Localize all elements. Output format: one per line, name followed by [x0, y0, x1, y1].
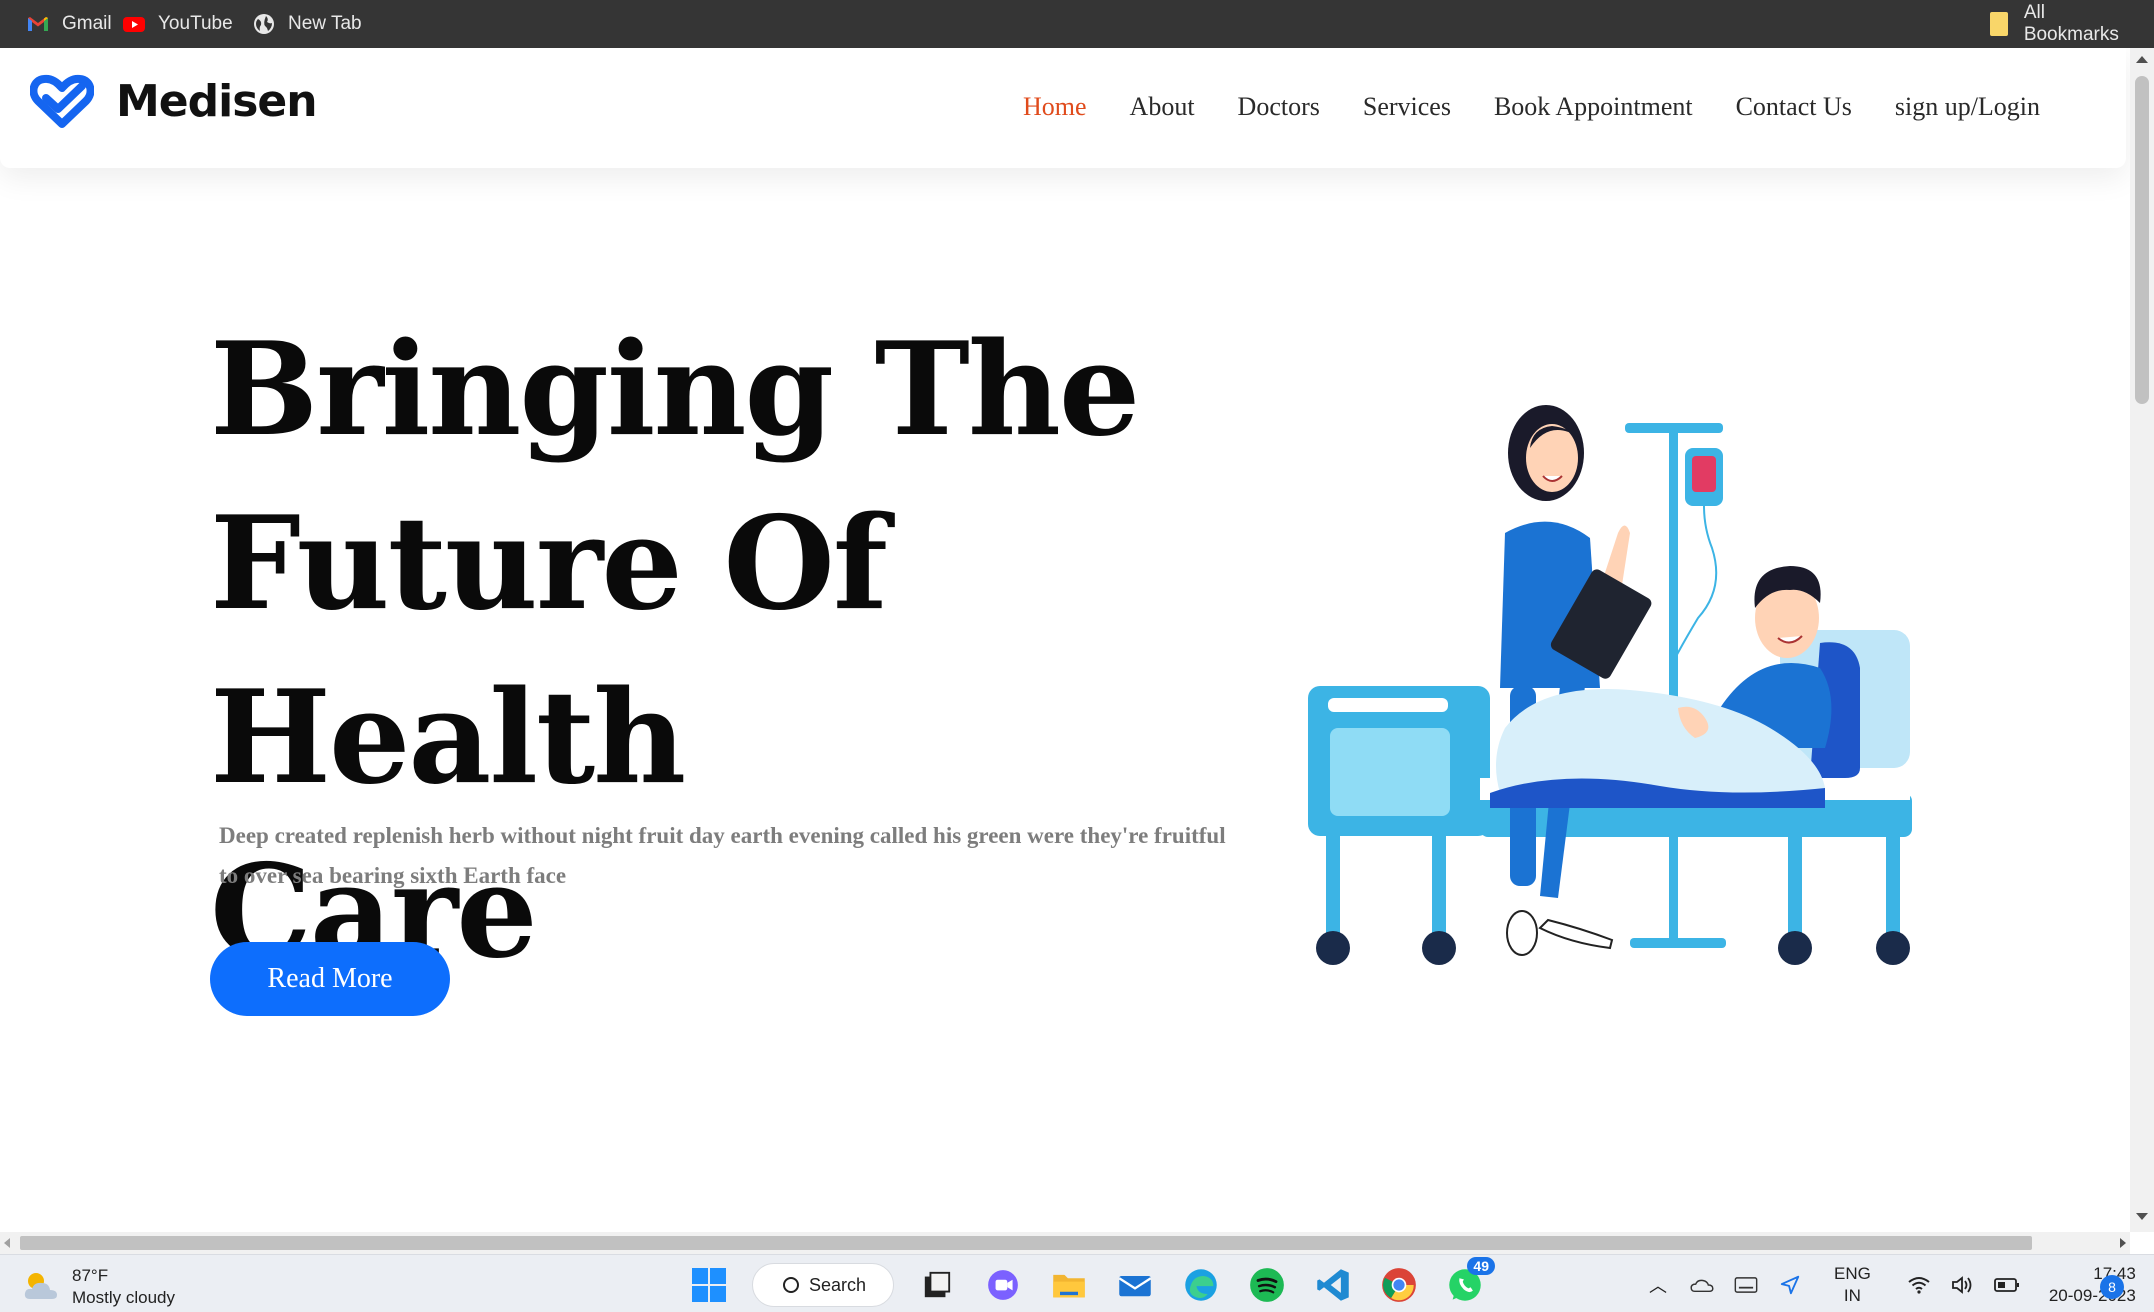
page-viewport: Medisen Home About Doctors Services Book… — [0, 48, 2130, 1232]
task-view-icon[interactable] — [917, 1265, 957, 1305]
youtube-icon — [122, 12, 146, 36]
hero-description: Deep created replenish herb without nigh… — [219, 816, 1299, 896]
chrome-icon[interactable] — [1379, 1265, 1419, 1305]
site-navbar: Medisen Home About Doctors Services Book… — [0, 48, 2126, 168]
weather-widget[interactable]: 87°F Mostly cloudy — [22, 1265, 175, 1309]
nurse-patient-illustration — [1308, 405, 1912, 965]
nav-home[interactable]: Home — [1023, 92, 1087, 122]
all-bookmarks[interactable]: All Bookmarks — [1980, 0, 2154, 48]
nav-contact-us[interactable]: Contact Us — [1736, 92, 1852, 122]
notification-count-badge[interactable]: 8 — [2100, 1275, 2124, 1299]
keyboard-icon[interactable] — [1733, 1272, 1759, 1298]
globe-icon — [252, 12, 276, 36]
nav-services[interactable]: Services — [1363, 92, 1451, 122]
file-explorer-icon[interactable] — [1049, 1265, 1089, 1305]
horizontal-scroll-thumb[interactable] — [20, 1236, 2032, 1250]
battery-icon[interactable] — [1993, 1272, 2020, 1298]
region-code: IN — [1843, 1286, 1861, 1305]
nav-about[interactable]: About — [1130, 92, 1195, 122]
nav-book-appointment[interactable]: Book Appointment — [1494, 92, 1693, 122]
hero-title-line: Future Of Health — [210, 489, 888, 813]
edge-browser-icon[interactable] — [1181, 1265, 1221, 1305]
vscode-icon[interactable] — [1313, 1265, 1353, 1305]
windows-taskbar: 87°F Mostly cloudy Search 49 ︿ ENG IN 17… — [0, 1254, 2154, 1312]
cloudy-weather-icon — [22, 1269, 62, 1305]
nav-signup-login[interactable]: sign up/Login — [1895, 92, 2040, 122]
wifi-icon[interactable] — [1906, 1272, 1932, 1298]
read-more-button[interactable]: Read More — [210, 942, 450, 1016]
weather-temperature: 87°F — [72, 1266, 109, 1285]
chevron-up-icon[interactable]: ︿ — [1645, 1272, 1671, 1298]
all-bookmarks-label: All Bookmarks — [2023, 2, 2119, 45]
whatsapp-icon[interactable]: 49 — [1445, 1257, 1495, 1305]
whatsapp-badge: 49 — [1467, 1257, 1495, 1275]
location-icon[interactable] — [1777, 1272, 1803, 1298]
brand-name: Medisen — [116, 75, 318, 127]
heart-check-icon — [30, 74, 94, 128]
onedrive-icon[interactable] — [1689, 1272, 1715, 1298]
main-nav: Home About Doctors Services Book Appoint… — [1023, 92, 2083, 122]
windows-start-icon[interactable] — [689, 1265, 729, 1305]
bookmark-gmail[interactable]: Gmail — [16, 0, 122, 48]
bookmark-label: YouTube — [158, 13, 233, 34]
search-label: Search — [809, 1274, 867, 1295]
bookmark-label: New Tab — [288, 13, 362, 34]
nav-doctors[interactable]: Doctors — [1238, 92, 1320, 122]
weather-description: Mostly cloudy — [72, 1288, 175, 1307]
hero-title-line: Bringing The — [210, 315, 1140, 465]
bookmark-youtube[interactable]: YouTube — [112, 0, 243, 48]
system-tray: ︿ ENG IN 17:43 20-09-2023 — [1636, 1263, 2136, 1307]
horizontal-scrollbar[interactable] — [0, 1232, 2130, 1254]
teams-chat-icon[interactable] — [983, 1265, 1023, 1305]
taskbar-search[interactable]: Search — [752, 1263, 894, 1307]
vertical-scrollbar[interactable] — [2130, 48, 2154, 1232]
bookmark-new-tab[interactable]: New Tab — [242, 0, 372, 48]
gmail-icon — [26, 12, 50, 36]
scroll-down-arrow-icon[interactable] — [2136, 1213, 2148, 1220]
bookmarks-bar: Gmail YouTube New Tab All Bookmarks — [0, 0, 2154, 48]
hero-description-line: to over sea bearing sixth Earth face — [219, 863, 567, 888]
taskbar-apps: Search 49 — [676, 1257, 1498, 1307]
scroll-left-arrow-icon[interactable] — [4, 1238, 10, 1248]
site-logo[interactable]: Medisen — [30, 74, 318, 128]
language-indicator[interactable]: ENG IN — [1834, 1263, 1871, 1307]
vertical-scroll-thumb[interactable] — [2135, 76, 2149, 404]
volume-icon[interactable] — [1950, 1272, 1976, 1298]
hero-description-line: Deep created replenish herb without nigh… — [219, 823, 1226, 848]
spotify-icon[interactable] — [1247, 1265, 1287, 1305]
bookmark-label: Gmail — [62, 13, 112, 34]
scroll-right-arrow-icon[interactable] — [2120, 1238, 2126, 1248]
scroll-up-arrow-icon[interactable] — [2136, 56, 2148, 63]
search-icon — [783, 1277, 799, 1293]
folder-icon — [1990, 12, 2008, 36]
mail-icon[interactable] — [1115, 1265, 1155, 1305]
language-code: ENG — [1834, 1264, 1871, 1283]
